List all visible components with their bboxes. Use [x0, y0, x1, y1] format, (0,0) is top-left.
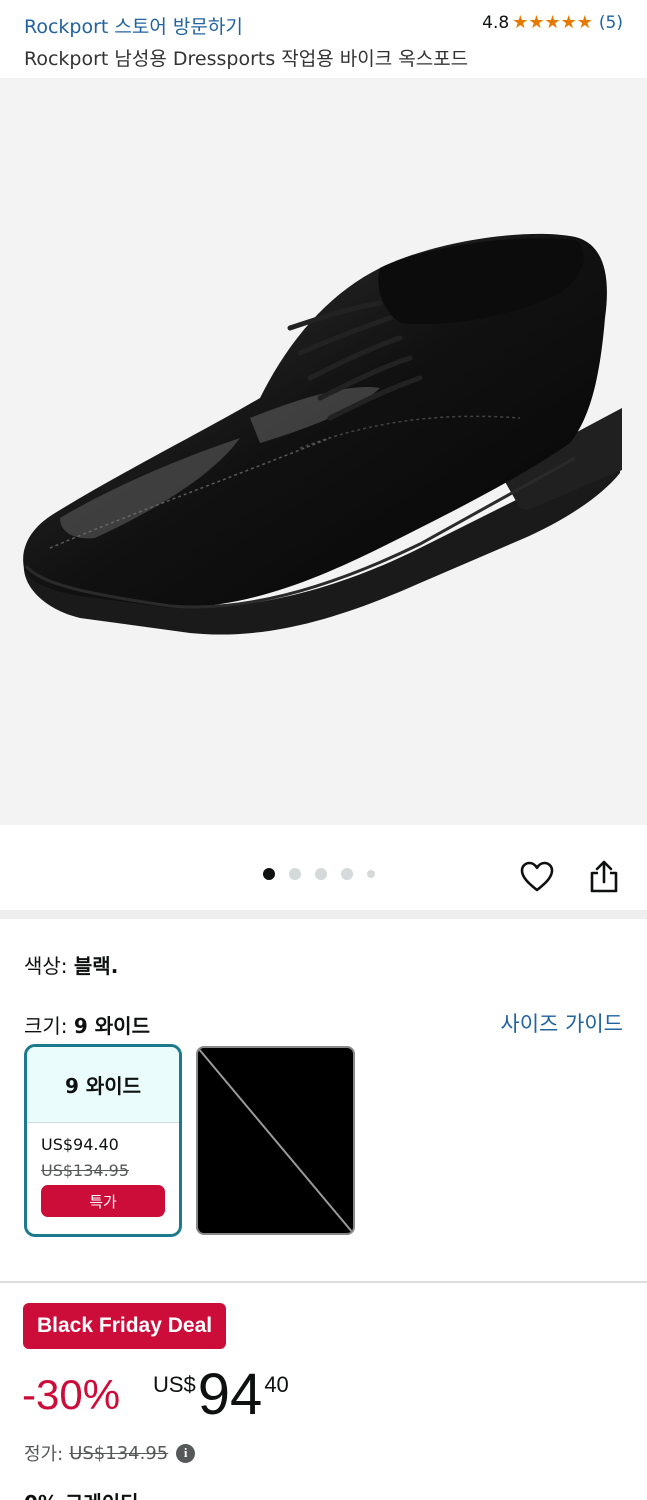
- list-price-label: 정가:: [24, 1444, 64, 1465]
- gallery-dot[interactable]: [341, 868, 353, 880]
- wishlist-button[interactable]: [518, 858, 556, 896]
- price-whole: 94: [197, 1362, 263, 1427]
- heart-icon: [520, 861, 554, 892]
- product-title: Rockport 남성용 Dressports 작업용 바이크 옥스포드: [24, 48, 469, 70]
- size-option-label: 9 와이드: [27, 1047, 179, 1123]
- product-header: Rockport 스토어 방문하기 4.8 ★ ★ ★ ★ ★ (5) Rock…: [0, 0, 647, 78]
- share-icon: [590, 860, 618, 893]
- rating-value: 4.8: [482, 13, 510, 33]
- star-icon: ★: [512, 12, 529, 33]
- section-divider: [0, 910, 647, 919]
- star-icon: ★: [528, 12, 545, 33]
- color-value: 블랙.: [73, 954, 119, 978]
- gallery-dot[interactable]: [315, 868, 327, 880]
- section-divider: [0, 1281, 647, 1283]
- product-image[interactable]: [0, 78, 647, 825]
- info-icon[interactable]: i: [176, 1443, 196, 1463]
- price-fraction: 40: [264, 1372, 289, 1397]
- share-button[interactable]: [586, 858, 622, 896]
- list-price-value: US$134.95: [69, 1442, 169, 1464]
- rating-summary[interactable]: 4.8 ★ ★ ★ ★ ★ (5): [482, 13, 623, 33]
- shoe-image: [23, 233, 623, 635]
- black-friday-badge: Black Friday Deal: [23, 1303, 227, 1349]
- size-label: 크기:: [24, 1014, 68, 1038]
- rating-count[interactable]: (5): [599, 13, 623, 33]
- unavailable-slash-icon: [198, 1048, 353, 1233]
- color-swatch[interactable]: [196, 1046, 355, 1235]
- star-icon: ★: [576, 12, 593, 33]
- sale-price: US$ 94 40: [153, 1366, 289, 1424]
- color-selection: 색상: 블랙.: [24, 950, 118, 979]
- gallery-dot[interactable]: [263, 868, 275, 880]
- size-option-price: US$94.40: [41, 1135, 119, 1154]
- discount-percent: -30%: [22, 1371, 121, 1418]
- size-value: 9 와이드: [73, 1014, 150, 1038]
- list-price: 정가: US$134.95 i: [24, 1440, 196, 1466]
- gallery-dot[interactable]: [367, 870, 375, 878]
- size-option-card[interactable]: 9 와이드 US$94.40 US$134.95 특가: [24, 1044, 182, 1237]
- gallery-dot[interactable]: [289, 868, 301, 880]
- star-icon: ★: [560, 12, 577, 33]
- color-label: 색상:: [24, 954, 68, 978]
- size-option-old-price: US$134.95: [41, 1161, 130, 1180]
- credit-info: 0% 크레이디: [24, 1487, 139, 1500]
- rating-stars: ★ ★ ★ ★ ★: [512, 14, 593, 32]
- deal-badge: 특가: [41, 1185, 165, 1217]
- store-link[interactable]: Rockport 스토어 방문하기: [24, 12, 243, 39]
- size-selection: 크기: 9 와이드: [24, 1010, 150, 1039]
- price-currency: US$: [153, 1372, 196, 1397]
- gallery-pagination[interactable]: [263, 868, 389, 880]
- size-guide-link[interactable]: 사이즈 가이드: [500, 1008, 623, 1038]
- star-icon: ★: [544, 12, 561, 33]
